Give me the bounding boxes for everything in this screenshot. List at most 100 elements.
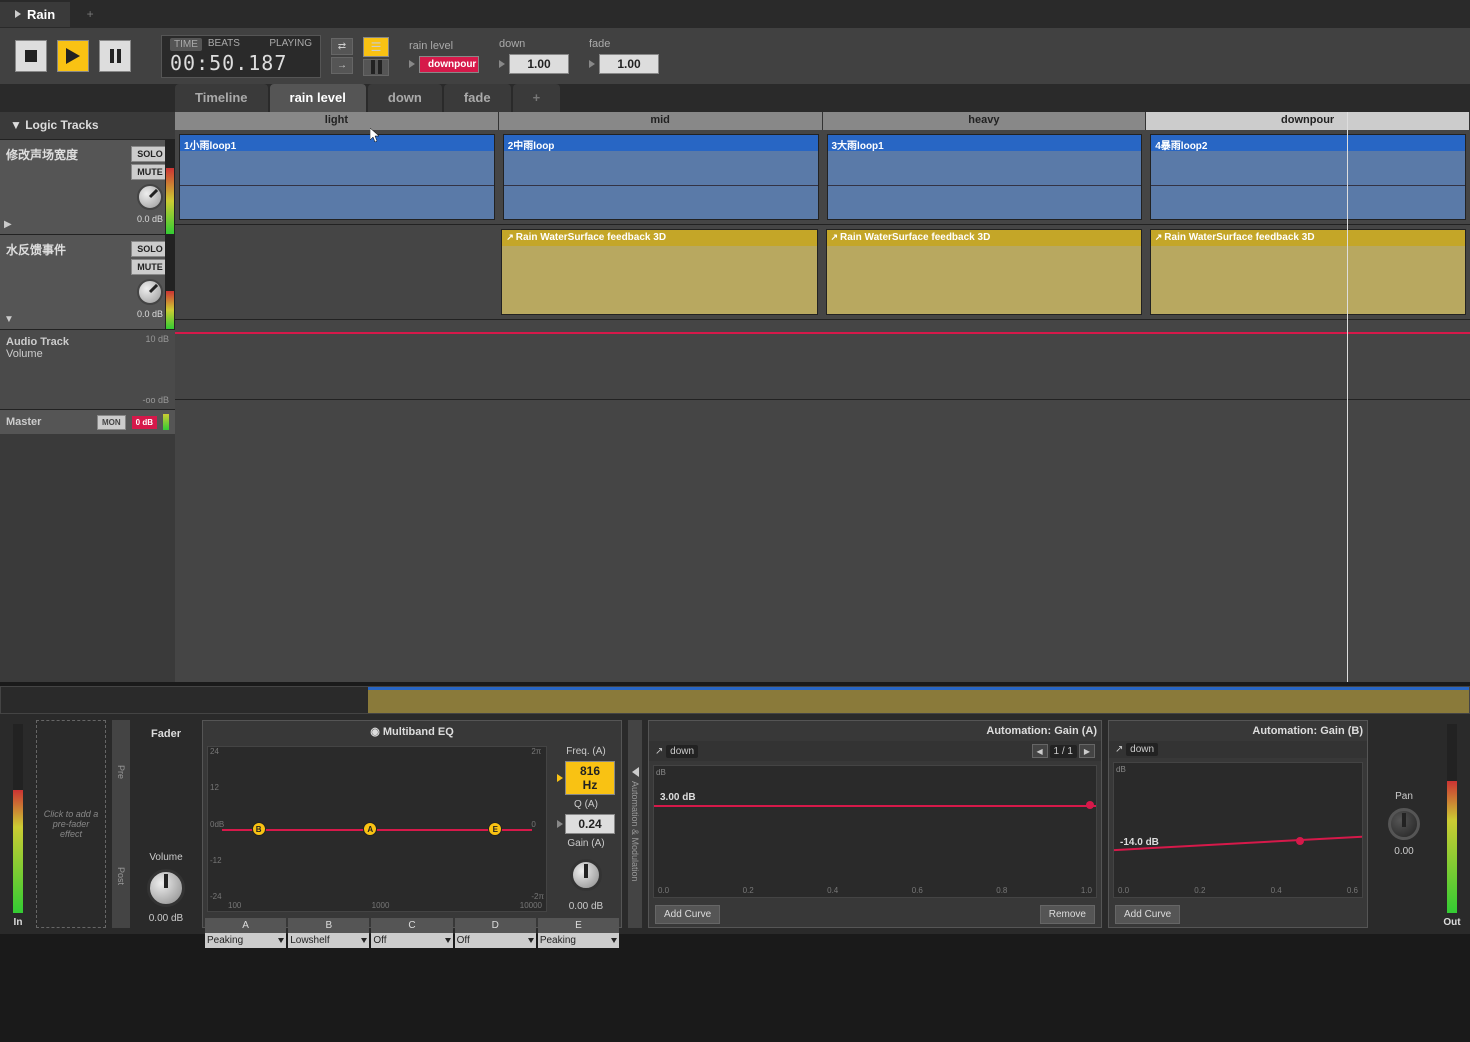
automation-track-header[interactable]: Audio Track Volume 10 dB -oo dB [0,330,175,410]
remove-button[interactable]: Remove [1040,905,1095,924]
audio-clip[interactable]: 2中雨loop [503,134,819,220]
pause-button[interactable] [99,40,131,72]
clip-label: Rain WaterSurface feedback 3D [502,230,816,246]
q-value[interactable]: 0.24 [565,814,615,834]
post-button[interactable]: Post [112,824,130,928]
tab-rain-level[interactable]: rain level [270,84,366,112]
add-tab-button[interactable]: + [70,2,110,26]
master-label: Master [6,416,41,428]
column-header[interactable]: heavy [823,112,1147,130]
document-tab-title: Rain [27,7,55,22]
tab-timeline[interactable]: Timeline [175,84,268,112]
add-view-tab[interactable]: + [513,84,561,112]
event-clip[interactable]: Rain WaterSurface feedback 3D [501,229,817,315]
audio-clip[interactable]: 4暴雨loop2 [1150,134,1466,220]
return-button[interactable]: → [331,57,353,74]
collapse-arrow-icon [632,767,639,777]
gain-knob[interactable] [570,859,602,891]
automation-graph-b[interactable]: dB -14.0 dB 0.00.20.40.6 [1113,762,1363,898]
column-header[interactable]: mid [499,112,823,130]
automation-lane[interactable] [175,320,1470,400]
track-header[interactable]: 水反馈事件 SOLO MUTE 0.0 dB ▼ [0,235,175,330]
clip-label: 2中雨loop [504,135,818,151]
monitor-button[interactable]: MON [97,415,126,430]
playhead[interactable] [1347,112,1348,682]
automation-curve[interactable] [1114,763,1362,897]
automation-graph-a[interactable]: dB 3.00 dB 0.00.20.40.60.81.0 [653,765,1097,898]
collapse-icon[interactable]: ▼ [4,314,14,325]
param-label: down [499,38,569,50]
volume-knob[interactable] [137,184,163,210]
prev-page-button[interactable]: ◀ [1032,744,1048,758]
tab-down[interactable]: down [368,84,442,112]
band-id[interactable]: A [205,918,286,933]
volume-knob[interactable] [137,279,163,305]
param-play-icon[interactable] [499,60,505,68]
band-type-select[interactable]: Peaking [205,933,286,948]
eq-graph[interactable]: 24120dB-12-24 B A E 100100010000 2π0-2π [207,746,547,912]
play-indicator-icon [15,10,21,18]
band-id[interactable]: C [371,918,452,933]
next-page-button[interactable]: ▶ [1079,744,1095,758]
pre-button[interactable]: Pre [112,720,130,824]
stop-button[interactable] [15,40,47,72]
band-type-select[interactable]: Off [455,933,536,948]
automation-curve[interactable] [654,805,1096,807]
mute-button[interactable]: MUTE [131,164,169,180]
auto-param[interactable]: down [1126,743,1158,756]
eq-band-point-e[interactable]: E [488,822,502,836]
list-view-button[interactable]: ☰ [363,37,389,57]
volume-knob[interactable] [147,869,185,907]
rain-level-value[interactable]: downpour [419,56,479,73]
play-button[interactable] [57,40,89,72]
solo-button[interactable]: SOLO [131,146,169,162]
pre-fader-slot[interactable]: Click to add a pre-fader effect [36,720,106,928]
band-id[interactable]: D [455,918,536,933]
automation-line[interactable] [175,332,1470,334]
param-play-icon[interactable] [589,60,595,68]
time-mode-beats[interactable]: BEATS [208,38,240,51]
add-curve-button[interactable]: Add Curve [655,905,720,924]
mute-button[interactable]: MUTE [131,259,169,275]
track-header[interactable]: 修改声场宽度 SOLO MUTE 0.0 dB ▶ [0,140,175,235]
automation-modulation-bar[interactable]: Automation & Modulation [628,720,642,928]
band-type-select[interactable]: Lowshelf [288,933,369,948]
eq-band-point-b[interactable]: B [252,822,266,836]
logic-tracks-header[interactable]: ▼ Logic Tracks [0,112,175,140]
pause-sync-button[interactable] [363,59,389,76]
solo-button[interactable]: SOLO [131,241,169,257]
event-clip[interactable]: Rain WaterSurface feedback 3D [826,229,1142,315]
column-headers: light mid heavy downpour [175,112,1470,130]
master-db-button[interactable]: 0 dB [132,416,157,429]
curve-point[interactable] [1086,801,1094,809]
add-curve-button[interactable]: Add Curve [1115,905,1180,924]
pan-value: 0.00 [1394,846,1413,857]
eq-band-point-a[interactable]: A [363,822,377,836]
expand-icon[interactable]: ▶ [4,219,12,230]
event-clip[interactable]: Rain WaterSurface feedback 3D [1150,229,1466,315]
freq-value[interactable]: 816 Hz [565,761,615,795]
loop-button[interactable]: ⇄ [331,38,353,55]
fade-value[interactable]: 1.00 [599,54,659,74]
document-tab[interactable]: Rain [0,2,70,27]
column-header[interactable]: light [175,112,499,130]
column-header[interactable]: downpour [1146,112,1470,130]
band-type-select[interactable]: Peaking [538,933,619,948]
audio-clip[interactable]: 3大雨loop1 [827,134,1143,220]
timeline-area[interactable]: light mid heavy downpour 1小雨loop1 2中雨loo… [175,112,1470,682]
empty-clip-slot[interactable] [179,229,493,315]
band-id[interactable]: B [288,918,369,933]
master-track-header[interactable]: Master MON 0 dB [0,410,175,434]
down-value[interactable]: 1.00 [509,54,569,74]
curve-point[interactable] [1296,837,1304,845]
pan-knob[interactable] [1388,808,1420,840]
time-mode-time[interactable]: TIME [170,38,202,51]
auto-param[interactable]: down [666,745,698,758]
param-play-icon[interactable] [409,60,415,68]
band-id[interactable]: E [538,918,619,933]
overview-strip[interactable] [0,686,1470,714]
audio-clip[interactable]: 1小雨loop1 [179,134,495,220]
band-type-select[interactable]: Off [371,933,452,948]
fader-db: 0.00 dB [149,913,183,924]
tab-fade[interactable]: fade [444,84,511,112]
